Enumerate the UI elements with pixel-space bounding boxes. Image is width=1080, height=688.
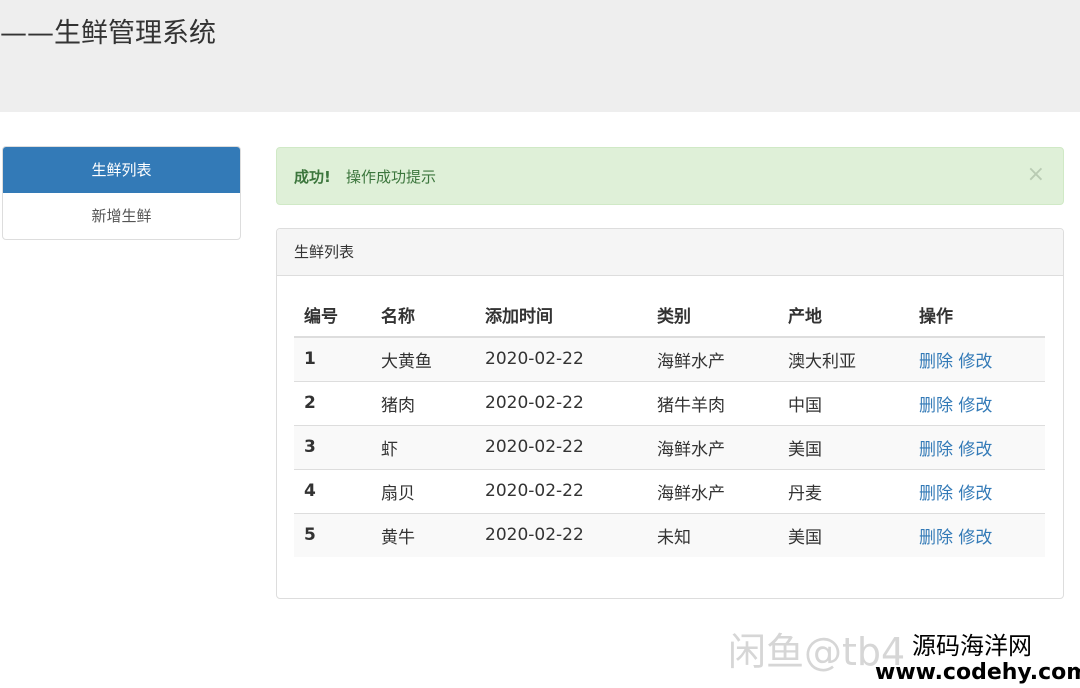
page-title: ——生鲜管理系统	[0, 18, 216, 49]
cell-origin: 丹麦	[778, 468, 909, 513]
cell-origin: 澳大利亚	[778, 336, 909, 381]
header-name: 名称	[371, 293, 475, 338]
cell-date: 2020-02-22	[475, 468, 647, 513]
cell-category: 海鲜水产	[647, 424, 778, 469]
table-row: 1 大黄鱼 2020-02-22 海鲜水产 澳大利亚 删除 修改	[294, 336, 1045, 381]
sidebar-nav: 生鲜列表 新增生鲜	[2, 146, 241, 240]
cell-category: 未知	[647, 512, 778, 557]
cell-category: 海鲜水产	[647, 336, 778, 381]
edit-link[interactable]: 修改	[958, 484, 992, 504]
cell-actions: 删除 修改	[909, 336, 1045, 381]
cell-name: 黄牛	[371, 512, 475, 557]
table-header-row: 编号 名称 添加时间 类别 产地 操作	[294, 293, 1045, 338]
cell-actions: 删除 修改	[909, 424, 1045, 469]
fresh-list-panel: 生鲜列表 编号 名称 添加时间 类别 产地 操作 1 大黄鱼 2020-02-2…	[276, 228, 1064, 599]
cell-name: 扇贝	[371, 468, 475, 513]
alert-strong-text: 成功!	[294, 168, 331, 186]
cell-actions: 删除 修改	[909, 380, 1045, 425]
watermark-site-url: www.codehy.com	[875, 660, 1080, 685]
delete-link[interactable]: 删除	[919, 528, 953, 548]
sidebar-item-fresh-list[interactable]: 生鲜列表	[3, 147, 240, 193]
cell-id: 3	[294, 424, 371, 469]
cell-id: 2	[294, 380, 371, 425]
table-row: 2 猪肉 2020-02-22 猪牛羊肉 中国 删除 修改	[294, 380, 1045, 425]
panel-title: 生鲜列表	[277, 229, 1063, 276]
close-icon[interactable]: ×	[1027, 162, 1045, 188]
cell-category: 海鲜水产	[647, 468, 778, 513]
delete-link[interactable]: 删除	[919, 484, 953, 504]
page-header: ——生鲜管理系统	[0, 0, 1080, 112]
sidebar-item-add-fresh[interactable]: 新增生鲜	[3, 193, 240, 239]
edit-link[interactable]: 修改	[958, 440, 992, 460]
header-date: 添加时间	[475, 293, 647, 338]
cell-name: 大黄鱼	[371, 336, 475, 381]
cell-name: 猪肉	[371, 380, 475, 425]
delete-link[interactable]: 删除	[919, 440, 953, 460]
delete-link[interactable]: 删除	[919, 396, 953, 416]
header-category: 类别	[647, 293, 778, 338]
cell-actions: 删除 修改	[909, 468, 1045, 513]
cell-origin: 美国	[778, 424, 909, 469]
cell-id: 4	[294, 468, 371, 513]
cell-date: 2020-02-22	[475, 380, 647, 425]
cell-id: 1	[294, 336, 371, 381]
cell-date: 2020-02-22	[475, 424, 647, 469]
table-row: 3 虾 2020-02-22 海鲜水产 美国 删除 修改	[294, 424, 1045, 469]
delete-link[interactable]: 删除	[919, 352, 953, 372]
watermark-site-name: 源码海洋网	[912, 632, 1032, 660]
cell-origin: 中国	[778, 380, 909, 425]
header-origin: 产地	[778, 293, 909, 338]
cell-category: 猪牛羊肉	[647, 380, 778, 425]
success-alert: 成功! 操作成功提示 ×	[276, 147, 1064, 205]
header-id: 编号	[294, 293, 371, 338]
table-row: 5 黄牛 2020-02-22 未知 美国 删除 修改	[294, 512, 1045, 557]
cell-origin: 美国	[778, 512, 909, 557]
fresh-table: 编号 名称 添加时间 类别 产地 操作 1 大黄鱼 2020-02-22 海鲜水…	[294, 293, 1045, 557]
edit-link[interactable]: 修改	[958, 528, 992, 548]
cell-id: 5	[294, 512, 371, 557]
edit-link[interactable]: 修改	[958, 396, 992, 416]
alert-message: 操作成功提示	[346, 168, 437, 186]
header-actions: 操作	[909, 293, 1045, 338]
cell-date: 2020-02-22	[475, 336, 647, 381]
cell-actions: 删除 修改	[909, 512, 1045, 557]
cell-name: 虾	[371, 424, 475, 469]
table-row: 4 扇贝 2020-02-22 海鲜水产 丹麦 删除 修改	[294, 468, 1045, 513]
cell-date: 2020-02-22	[475, 512, 647, 557]
edit-link[interactable]: 修改	[958, 352, 992, 372]
